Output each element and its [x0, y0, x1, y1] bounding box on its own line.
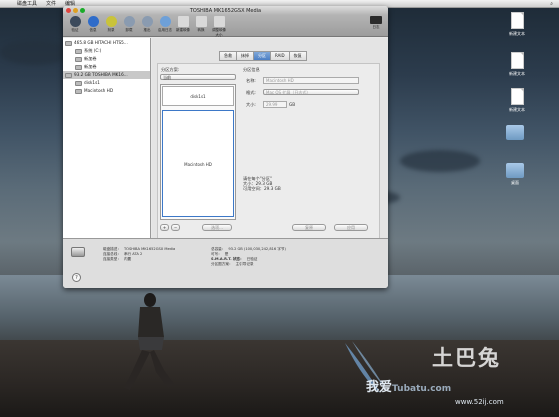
volume-icon [75, 80, 82, 86]
apply-button[interactable]: 应用 [334, 224, 368, 231]
sidebar-item-volume[interactable]: 新加卷 [63, 55, 150, 63]
revert-button[interactable]: 复原 [292, 224, 326, 231]
resize-image-button[interactable]: 调整映像大小 [211, 16, 227, 38]
sidebar-item-volume[interactable]: disk1s1 [63, 79, 150, 87]
desktop-file-icon[interactable]: 新建文本 [502, 12, 532, 37]
sidebar-item-volume[interactable]: Macintosh HD [63, 87, 150, 95]
add-partition-button[interactable]: + [160, 224, 169, 231]
window-title: TOSHIBA MK1652GSX Media [189, 7, 262, 14]
size-unit: GB [289, 102, 296, 107]
tab-raid[interactable]: RAID [270, 51, 290, 61]
tab-partition[interactable]: 分区 [253, 51, 271, 61]
options-button[interactable]: 选项... [202, 224, 232, 231]
partition-panel: 分区方案: 当前 disk1s1 Macintosh HD + − 选项... … [157, 63, 380, 243]
log-icon [370, 16, 382, 24]
disk-icon [65, 40, 72, 46]
name-label: 名称: [246, 78, 256, 83]
microscope-icon [69, 16, 81, 27]
sidebar-item-disk0[interactable]: 465.8 GB HITACHI HTS5... [63, 39, 150, 47]
volume-icon [75, 64, 82, 70]
format-select[interactable]: Mac OS 扩展（日志式） [263, 89, 359, 95]
sidebar-item-volume[interactable]: 新加卷 [63, 63, 150, 71]
watermark-url: www.52ij.com [455, 398, 504, 406]
desktop-folder-icon[interactable] [500, 125, 530, 142]
disk-icon [65, 72, 72, 78]
wallpaper-cloud [0, 40, 70, 65]
burn-button[interactable]: 刻录 [103, 16, 119, 33]
menu-item-file[interactable]: 文件 [46, 0, 56, 7]
sidebar: 465.8 GB HITACHI HTS5... 系统 (C:) 新加卷 新加卷… [63, 38, 151, 238]
eject-button[interactable]: 推出 [139, 16, 155, 33]
eject-icon [123, 16, 135, 27]
desktop-file-icon[interactable]: 新建文本 [502, 52, 532, 77]
log-button[interactable]: 日志 [368, 16, 384, 30]
disk-utility-window: TOSHIBA MK1652GSX Media 验证 信息 刻录 卸载 推出 启… [63, 6, 388, 288]
main-pane: 急救 抹掉 分区 RAID 恢复 分区方案: 当前 disk1s1 Macint… [152, 38, 388, 243]
tab-first-aid[interactable]: 急救 [219, 51, 237, 61]
tab-bar: 急救 抹掉 分区 RAID 恢复 [219, 51, 307, 61]
size-label: 大小: [246, 102, 256, 107]
new-image-icon [177, 16, 189, 27]
partition-block[interactable]: disk1s1 [162, 86, 234, 106]
toolbar: 验证 信息 刻录 卸载 推出 启用日志 新建映像 转换 调整映像大小 日志 [63, 15, 388, 37]
desktop-icon-label: 新建文本 [509, 107, 525, 112]
remove-partition-button[interactable]: − [171, 224, 180, 231]
desktop-icon-label: 新建文本 [509, 31, 525, 36]
convert-button[interactable]: 转换 [193, 16, 209, 33]
tab-restore[interactable]: 恢复 [288, 51, 307, 61]
sidebar-item-volume[interactable]: 系统 (C:) [63, 47, 150, 55]
desktop-icon-label: 桌面 [511, 180, 519, 185]
layout-select[interactable]: 当前 [160, 74, 236, 80]
volume-icon [75, 56, 82, 62]
watermark-site: 我爱Tubatu.com [366, 380, 452, 395]
tab-erase[interactable]: 抹掉 [236, 51, 254, 61]
info-label: 分区信息 [243, 67, 260, 72]
convert-icon [195, 16, 207, 27]
unmount-button[interactable]: 卸载 [121, 16, 137, 33]
size-field[interactable]: 29.99 [263, 101, 287, 108]
window-titlebar[interactable]: TOSHIBA MK1652GSX Media [63, 6, 388, 15]
disk-info-bar: 磁盘描述： TOSHIBA MK1652GSX Media 连接总线： 串行 ATA… [63, 238, 388, 288]
watermark-wings-logo [345, 341, 385, 393]
disk-info-right: 总容量： 93.2 GB (100,030,242,816 字节) 可写：是 S.… [211, 247, 286, 266]
burn-icon [105, 16, 117, 27]
resize-icon [213, 16, 225, 27]
verify-button[interactable]: 验证 [67, 16, 83, 33]
journal-icon [159, 16, 171, 27]
new-image-button[interactable]: 新建映像 [175, 16, 191, 33]
format-label: 格式: [246, 90, 256, 95]
watermark-logo: 土巴兔 [432, 346, 501, 370]
volume-icon [75, 48, 82, 54]
help-button[interactable]: ? [72, 273, 81, 282]
disk-info-left: 磁盘描述： TOSHIBA MK1652GSX Media 连接总线： 串行 ATA… [103, 247, 176, 261]
hard-disk-icon [71, 247, 85, 257]
info-button[interactable]: 信息 [85, 16, 101, 33]
partition-status: 请在每个"分区" 大小：29.3 GB 可用空间：29.3 GB [243, 176, 281, 191]
status-line: 可用空间：29.3 GB [243, 186, 281, 191]
menu-item-app[interactable]: 磁盘工具 [17, 0, 37, 7]
partition-layout-map: disk1s1 Macintosh HD [160, 84, 236, 220]
spotlight-icon[interactable]: ⌕ [550, 1, 553, 7]
desktop-icon-label: 新建文本 [509, 71, 525, 76]
info-icon [87, 16, 99, 27]
desktop-folder-icon[interactable]: 桌面 [500, 163, 530, 186]
enable-journal-button[interactable]: 启用日志 [157, 16, 173, 33]
layout-label: 分区方案: [161, 67, 180, 72]
wallpaper-cloud [400, 150, 480, 172]
name-field[interactable]: Macintosh HD [263, 77, 359, 84]
partition-block-selected[interactable]: Macintosh HD [162, 110, 234, 217]
desktop-file-icon[interactable]: 新建文本 [502, 88, 532, 113]
sidebar-item-disk1[interactable]: 93.2 GB TOSHIBA MK16... [63, 71, 150, 79]
eject2-icon [141, 16, 153, 27]
wallpaper-person [124, 293, 174, 390]
volume-icon [75, 88, 82, 94]
